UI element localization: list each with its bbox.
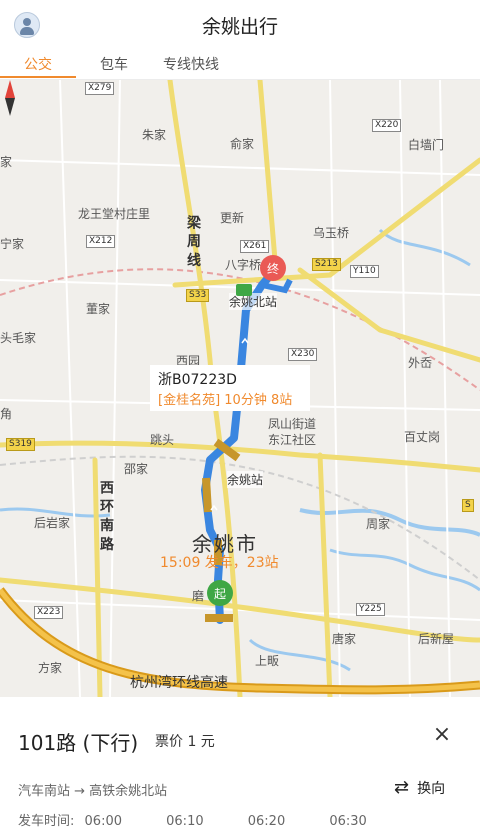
map-label: 外岙	[408, 356, 433, 370]
map-label: 董家	[86, 302, 111, 316]
route-map[interactable]: 朱家 俞家 白墙门 家 龙王堂村庄里 更新 乌玉桥 宁家 八字桥 董家 头毛家 …	[0, 80, 480, 697]
bus-arrival-info: [金桂名苑] 10分钟 8站	[158, 393, 293, 408]
tab-express[interactable]: 专线快线	[163, 54, 219, 74]
map-road-label: 梁 周 线	[185, 215, 201, 267]
app-header: 余姚出行	[0, 0, 480, 50]
map-label: 后岩家	[34, 516, 71, 530]
tab-charter[interactable]: 包车	[100, 54, 128, 74]
map-label: 朱家	[142, 128, 167, 142]
road-shield: S33	[186, 289, 210, 302]
map-label: 八字桥	[225, 258, 262, 272]
map-label: 更新	[220, 211, 245, 225]
map-label: 唐家	[332, 632, 357, 646]
map-label: 后新屋	[418, 632, 455, 646]
avatar[interactable]	[14, 12, 40, 38]
route-info-panel: 101路 (下行) 票价 1 元 × 汽车南站 → 高铁余姚北站 ⇄ 换向 发车…	[0, 697, 480, 829]
road-shield: S319	[6, 438, 35, 451]
station-label-yuyao: 余姚站	[227, 471, 264, 488]
route-name: 101路 (下行)	[18, 731, 139, 755]
departure-info: 15:09 发车，23站	[160, 555, 279, 571]
map-highway-label: 杭州湾环线高速	[130, 675, 228, 691]
map-label: 俞家	[230, 137, 255, 151]
road-shield: S	[462, 499, 474, 512]
map-label: 百丈岗	[404, 430, 441, 444]
road-shield: S213	[312, 258, 341, 271]
map-label: 周家	[366, 517, 391, 531]
map-label: 乌玉桥	[313, 226, 350, 240]
map-label: 龙王堂村庄里	[78, 207, 151, 221]
tab-bus[interactable]: 公交	[24, 54, 52, 74]
fare-label: 票价 1 元	[155, 734, 215, 750]
road-shield: Y110	[350, 265, 379, 278]
reverse-label: 换向	[417, 781, 446, 797]
map-label: 凤山街道	[268, 417, 317, 431]
road-shield: Y225	[356, 603, 385, 616]
close-icon[interactable]: ×	[430, 723, 454, 747]
route-stations: 汽车南站 → 高铁余姚北站	[18, 784, 168, 799]
time-slot: 06:00	[84, 814, 122, 829]
road-shield: X261	[240, 240, 270, 253]
map-label: 上畈	[255, 654, 280, 668]
compass-icon[interactable]	[0, 80, 20, 116]
time-slot: 06:20	[247, 814, 286, 829]
road-shield: X279	[85, 82, 115, 95]
map-road-label: 西 环 南 路	[98, 480, 114, 551]
page-title: 余姚出行	[201, 15, 278, 38]
map-label: 邵家	[124, 462, 149, 476]
road-shield: X220	[372, 119, 402, 132]
times-label: 发车时间:	[18, 814, 75, 829]
map-label: 角	[0, 407, 13, 421]
bus-info-bubble[interactable]: 浙B07223D [金桂名苑] 10分钟 8站	[150, 365, 310, 411]
map-label: 东江社区	[268, 433, 317, 447]
swap-arrows-icon: ⇄	[394, 777, 410, 798]
map-label: 宁家	[0, 237, 25, 251]
end-marker[interactable]: 终	[260, 255, 286, 285]
road-shield: X223	[34, 606, 64, 619]
map-label: 头毛家	[0, 331, 37, 345]
time-slot: 06:30	[329, 814, 367, 829]
map-label: 家	[0, 155, 13, 169]
time-slot: 06:10	[166, 814, 204, 829]
active-tab-indicator	[0, 76, 76, 78]
bus-plate: 浙B07223D	[158, 372, 237, 388]
road-shield: X212	[86, 235, 116, 248]
road-shield: X230	[288, 348, 318, 361]
reverse-direction-button[interactable]: ⇄ 换向	[394, 778, 445, 798]
departure-times[interactable]: 发车时间: 06:00 06:10 06:20 06:30	[18, 810, 367, 829]
start-marker[interactable]: 起	[207, 580, 233, 610]
map-label: 跳头	[150, 433, 175, 447]
map-label: 白墙门	[408, 138, 445, 152]
bus-icon[interactable]	[236, 284, 252, 296]
map-label: 方家	[38, 661, 63, 675]
